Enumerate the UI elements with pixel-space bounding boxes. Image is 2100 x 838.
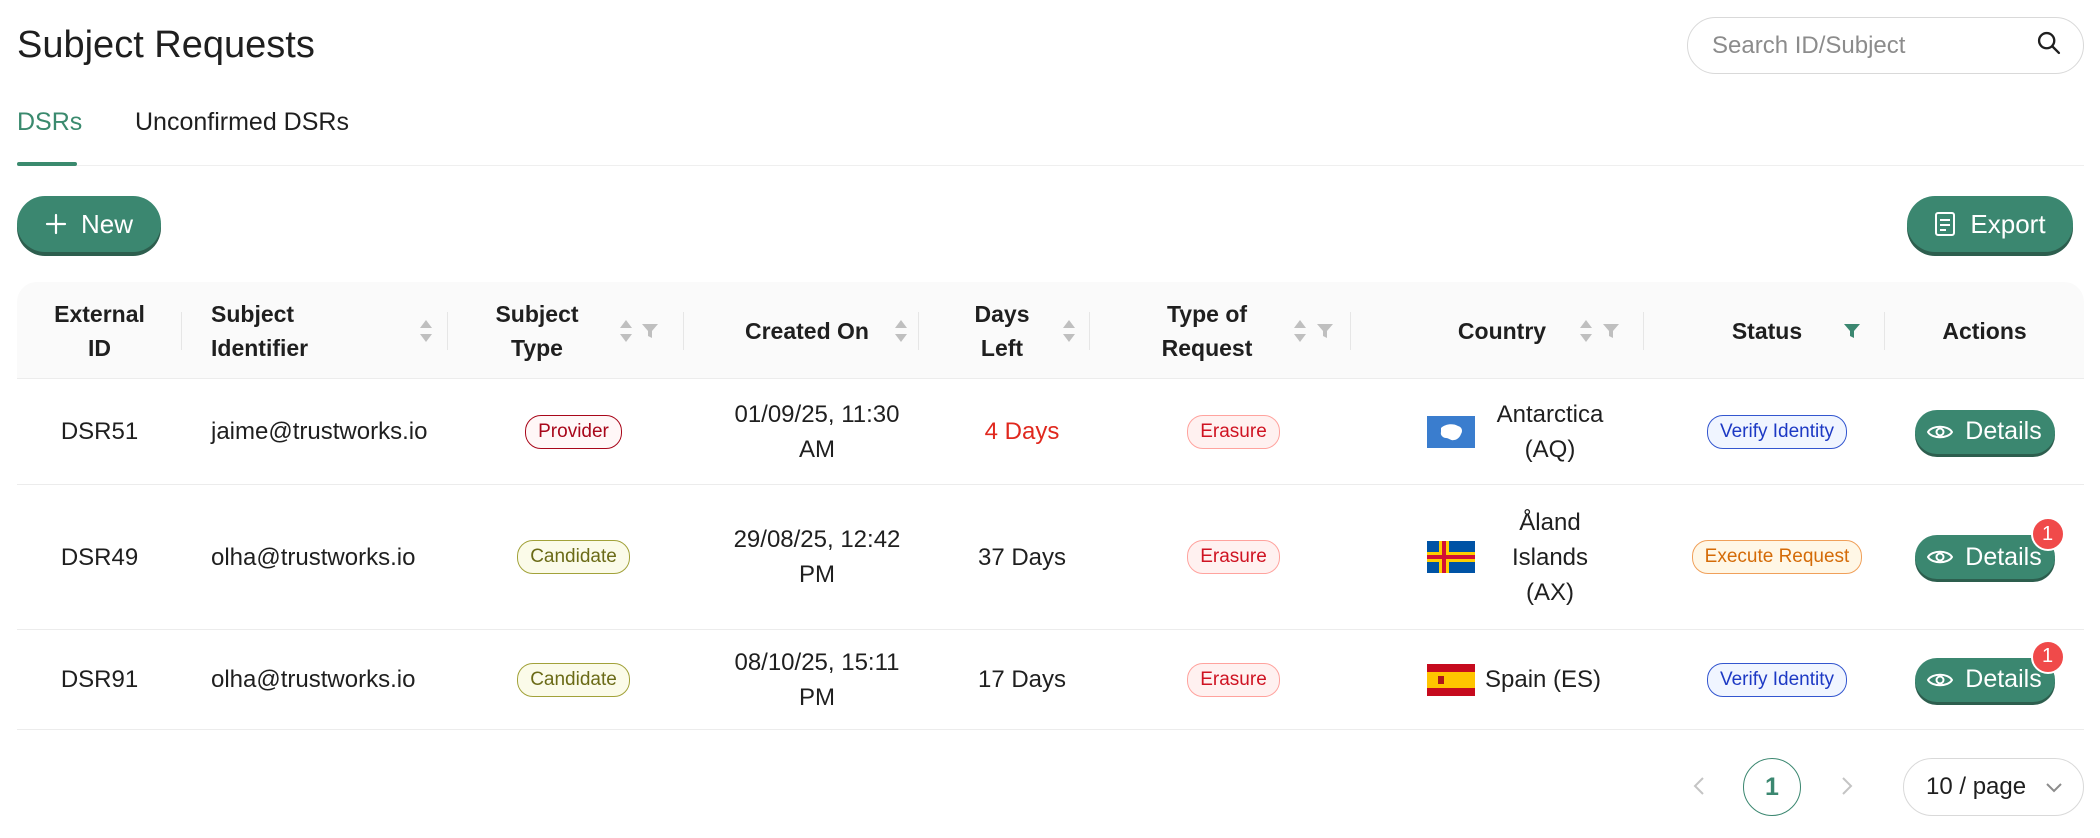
- eye-icon: [1927, 673, 1954, 686]
- cell-subject-identifier: olha@trustworks.io: [211, 666, 416, 693]
- cell-created-on: 29/08/25, 12:42 PM: [733, 526, 901, 588]
- header-status[interactable]: Status: [1677, 282, 1860, 379]
- cell-external-id: DSR51: [60, 418, 139, 445]
- filter-icon[interactable]: [1602, 322, 1620, 340]
- request-type-tag: Erasure: [1187, 540, 1280, 574]
- sort-icon[interactable]: [1293, 318, 1307, 344]
- cell-actions: Details 1: [1885, 485, 2084, 629]
- request-type-tag: Erasure: [1187, 662, 1280, 697]
- plus-icon: [45, 213, 67, 235]
- header-actions: Actions: [1942, 317, 2027, 344]
- sort-icon[interactable]: [419, 318, 433, 344]
- new-button-label: New: [80, 208, 133, 239]
- cell-country: Antarctica (AQ): [1427, 379, 1647, 484]
- header-created-on[interactable]: Created On: [697, 282, 917, 379]
- tab-bar: DSRs Unconfirmed DSRs: [17, 100, 2084, 166]
- details-button[interactable]: Details 1: [1914, 639, 2065, 702]
- filter-icon[interactable]: [641, 322, 659, 340]
- cell-subject-type: Candidate: [457, 485, 690, 629]
- cell-status: Verify Identity: [1677, 630, 1877, 729]
- pagination-current-page[interactable]: 1: [1743, 758, 1801, 816]
- filter-icon[interactable]: [1843, 322, 1861, 340]
- requests-table: External ID Subject Identifier Subject T…: [17, 282, 2084, 730]
- flag-spain-icon: [1427, 663, 1475, 696]
- cell-type-of-request: Erasure: [1117, 630, 1350, 729]
- cell-actions: Details 1: [1885, 630, 2084, 729]
- subject-type-tag: Candidate: [517, 540, 630, 574]
- header-days-left[interactable]: Days Left: [937, 282, 1075, 379]
- flag-aland-icon: [1427, 541, 1475, 573]
- cell-country: Åland Islands (AX): [1427, 485, 1647, 629]
- eye-icon: [1927, 425, 1954, 438]
- header-external-id: External ID: [54, 300, 145, 361]
- tab-unconfirmed-dsrs[interactable]: Unconfirmed DSRs: [135, 108, 349, 137]
- country-name: Antarctica (AQ): [1496, 400, 1604, 463]
- header-subject-type[interactable]: Subject Type: [457, 282, 658, 379]
- country-name: Spain (ES): [1485, 666, 1602, 693]
- search-input[interactable]: [1712, 31, 2035, 60]
- details-button-label: Details: [1965, 665, 2042, 693]
- search-icon[interactable]: [2035, 29, 2063, 62]
- details-button-label: Details: [1965, 417, 2042, 445]
- chevron-left-icon[interactable]: [1686, 772, 1714, 800]
- status-badge: Verify Identity: [1706, 414, 1848, 449]
- cell-actions: Details: [1885, 379, 2084, 484]
- page-size-value: 10 / page: [1926, 773, 2027, 800]
- table-row: DSR51 jaime@trustworks.io Provider 01/09…: [17, 379, 2084, 485]
- export-button-label: Export: [1970, 208, 2046, 239]
- table-row: DSR49 olha@trustworks.io Candidate 29/08…: [17, 485, 2084, 630]
- subject-type-tag: Candidate: [517, 662, 630, 697]
- status-badge: Execute Request: [1691, 540, 1863, 574]
- active-tab-indicator: [17, 162, 77, 166]
- sort-icon[interactable]: [1062, 318, 1076, 344]
- notification-badge: 1: [2030, 639, 2065, 674]
- new-button[interactable]: New: [17, 196, 161, 252]
- header-country[interactable]: Country: [1407, 282, 1619, 379]
- cell-external-id: DSR49: [60, 543, 139, 571]
- header-type-of-request[interactable]: Type of Request: [1117, 282, 1333, 379]
- page-title: Subject Requests: [17, 24, 315, 66]
- cell-subject-identifier: olha@trustworks.io: [211, 543, 416, 571]
- tab-label: DSRs: [17, 108, 83, 136]
- cell-days-left: 4 Days: [984, 418, 1060, 445]
- notification-badge: 1: [2030, 517, 2065, 551]
- sort-icon[interactable]: [894, 318, 908, 344]
- search-box[interactable]: [1687, 17, 2084, 74]
- chevron-right-icon[interactable]: [1832, 772, 1860, 800]
- filter-icon[interactable]: [1316, 322, 1334, 340]
- cell-subject-type: Provider: [457, 379, 690, 484]
- request-type-tag: Erasure: [1187, 414, 1280, 449]
- eye-icon: [1927, 550, 1954, 564]
- cell-status: Verify Identity: [1677, 379, 1877, 484]
- cell-external-id: DSR91: [60, 666, 139, 693]
- cell-days-left: 37 Days: [977, 543, 1067, 571]
- subject-type-tag: Provider: [525, 414, 622, 449]
- cell-type-of-request: Erasure: [1117, 379, 1350, 484]
- sort-icon[interactable]: [1579, 318, 1593, 344]
- cell-country: Spain (ES): [1427, 630, 1647, 729]
- country-name: Åland Islands (AX): [1511, 508, 1589, 606]
- chevron-down-icon: [2046, 783, 2062, 793]
- cell-subject-identifier: jaime@trustworks.io: [211, 418, 428, 445]
- details-button-label: Details: [1965, 542, 2042, 571]
- export-button[interactable]: Export: [1907, 196, 2073, 252]
- cell-created-on: 01/09/25, 11:30 AM: [734, 400, 900, 463]
- details-button[interactable]: Details 1: [1914, 517, 2065, 579]
- status-badge: Verify Identity: [1706, 662, 1848, 697]
- cell-subject-type: Candidate: [457, 630, 690, 729]
- flag-antarctica-icon: [1427, 415, 1475, 448]
- cell-status: Execute Request: [1677, 485, 1877, 629]
- tab-dsrs[interactable]: DSRs: [17, 108, 82, 137]
- cell-days-left: 17 Days: [977, 666, 1067, 693]
- table-row: DSR91 olha@trustworks.io Candidate 08/10…: [17, 630, 2084, 730]
- export-icon: [1935, 212, 1956, 236]
- page-size-select[interactable]: 10 / page: [1903, 758, 2084, 816]
- table-header: External ID Subject Identifier Subject T…: [17, 282, 2084, 379]
- cell-created-on: 08/10/25, 15:11 PM: [734, 648, 900, 711]
- header-subject-identifier[interactable]: Subject Identifier: [211, 282, 436, 379]
- details-button[interactable]: Details: [1914, 409, 2055, 454]
- tab-label: Unconfirmed DSRs: [135, 108, 349, 136]
- sort-icon[interactable]: [619, 318, 633, 344]
- cell-type-of-request: Erasure: [1117, 485, 1350, 629]
